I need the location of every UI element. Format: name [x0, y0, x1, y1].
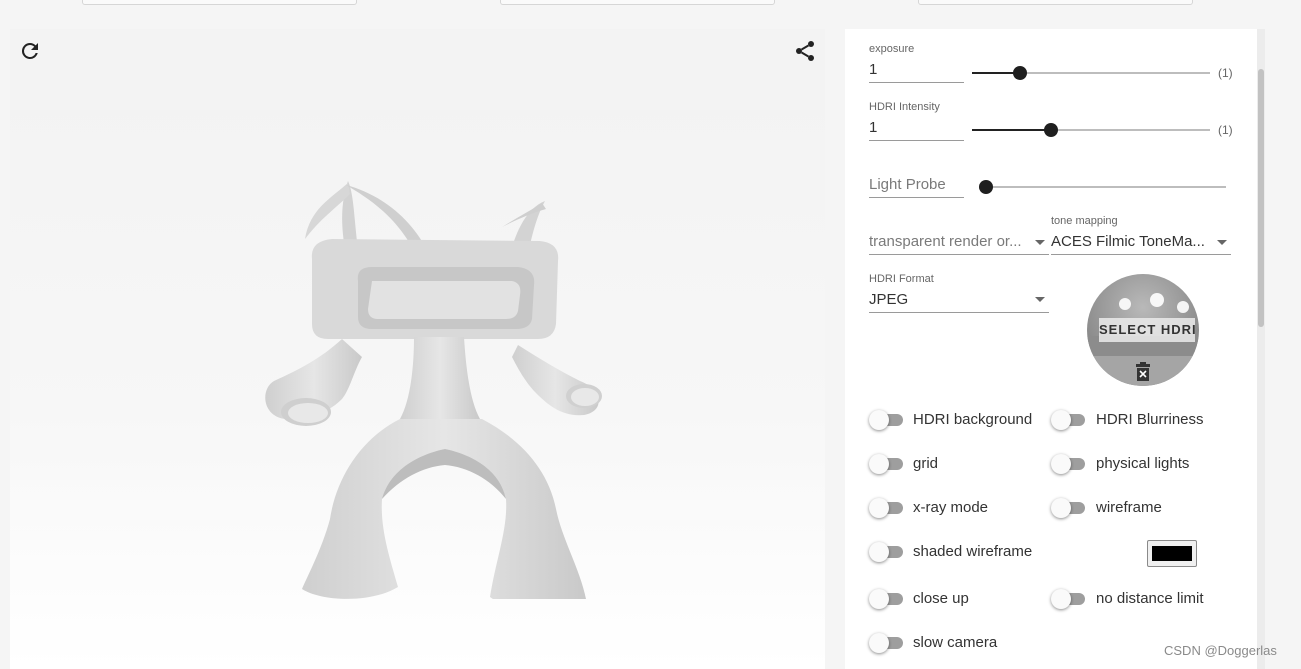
exposure-label: exposure: [869, 43, 915, 55]
top-tab[interactable]: [82, 0, 357, 5]
transparent-render-underline: [869, 254, 1049, 255]
hdri-intensity-underline: [869, 140, 964, 141]
toggle-label-physical-lights: physical lights: [1096, 455, 1190, 472]
toggle-label-x-ray-mode: x-ray mode: [913, 499, 989, 516]
hdri-intensity-slider-thumb[interactable]: [1043, 123, 1058, 137]
toggle-no-distance-limit[interactable]: [1051, 589, 1085, 609]
hdri-format-label: HDRI Format: [869, 273, 934, 285]
hdri-format-select[interactable]: JPEG: [869, 291, 1029, 308]
toggle-label-wireframe: wireframe: [1096, 499, 1162, 516]
chevron-down-icon[interactable]: [1035, 297, 1045, 302]
toggle-label-hdri-background: HDRI background: [913, 411, 1033, 428]
tone-mapping-underline: [1051, 254, 1231, 255]
light-probe-slider[interactable]: [986, 186, 1226, 188]
toggle-shaded-wireframe[interactable]: [869, 542, 903, 562]
wireframe-color-value: [1152, 546, 1192, 561]
toggle-hdri-blurriness[interactable]: [1051, 410, 1085, 430]
light-probe-underline: [869, 197, 964, 198]
toggle-label-slow-camera: slow camera: [913, 634, 998, 651]
chevron-down-icon[interactable]: [1217, 240, 1227, 245]
toggle-x-ray-mode[interactable]: [869, 498, 903, 518]
top-tab[interactable]: [500, 0, 775, 5]
toggle-physical-lights[interactable]: [1051, 454, 1085, 474]
3d-model[interactable]: [250, 149, 620, 599]
tone-mapping-select[interactable]: ACES Filmic ToneMa...: [1051, 233, 1211, 250]
exposure-slider-thumb[interactable]: [1012, 66, 1027, 80]
hdri-intensity-input[interactable]: 1: [869, 119, 877, 136]
toggle-thumb: [869, 542, 889, 562]
hdri-format-underline: [869, 312, 1049, 313]
toggle-thumb: [1051, 498, 1071, 518]
model-viewer[interactable]: [10, 29, 825, 669]
toggle-label-hdri-blurriness: HDRI Blurriness: [1096, 411, 1204, 428]
toggle-label-grid: grid: [913, 455, 939, 472]
toggle-close-up[interactable]: [869, 589, 903, 609]
hdri-intensity-label: HDRI Intensity: [869, 101, 940, 113]
wireframe-color-picker[interactable]: [1147, 540, 1197, 567]
exposure-value-note: (1): [1218, 66, 1233, 80]
watermark: CSDN @Doggerlas: [1164, 643, 1277, 658]
toggle-wireframe[interactable]: [1051, 498, 1085, 518]
hdri-thumbnail[interactable]: SELECT HDRI: [1087, 274, 1199, 386]
light-probe-slider-thumb[interactable]: [979, 180, 993, 194]
trash-icon[interactable]: [1134, 362, 1152, 382]
toggle-thumb: [1051, 410, 1071, 430]
toggle-thumb: [1051, 454, 1071, 474]
toggle-label-close-up: close up: [913, 590, 969, 607]
scroll-thumb[interactable]: [1258, 69, 1264, 327]
hdri-intensity-value-note: (1): [1218, 123, 1233, 137]
toggle-thumb: [869, 410, 889, 430]
toggle-slow-camera[interactable]: [869, 633, 903, 653]
select-hdri-button[interactable]: SELECT HDRI: [1099, 318, 1196, 342]
chevron-down-icon[interactable]: [1035, 240, 1045, 245]
tone-mapping-label: tone mapping: [1051, 215, 1118, 227]
toggle-label-no-distance-limit: no distance limit: [1096, 590, 1204, 607]
toggle-thumb: [869, 589, 889, 609]
panel-scrollbar[interactable]: [1257, 29, 1265, 669]
toggle-hdri-background[interactable]: [869, 410, 903, 430]
light-probe-input[interactable]: Light Probe: [869, 176, 946, 193]
toggle-thumb: [869, 498, 889, 518]
transparent-render-select[interactable]: transparent render or...: [869, 233, 1031, 250]
exposure-input[interactable]: 1: [869, 61, 877, 78]
refresh-icon[interactable]: [18, 39, 42, 63]
toggle-thumb: [869, 633, 889, 653]
toggle-thumb: [869, 454, 889, 474]
toggle-grid[interactable]: [869, 454, 903, 474]
toggle-label-shaded-wireframe: shaded wireframe: [913, 543, 1033, 560]
share-icon[interactable]: [793, 39, 817, 63]
toggle-thumb: [1051, 589, 1071, 609]
top-tab[interactable]: [918, 0, 1193, 5]
hdri-intensity-slider-fill: [972, 129, 1051, 131]
exposure-underline: [869, 82, 964, 83]
